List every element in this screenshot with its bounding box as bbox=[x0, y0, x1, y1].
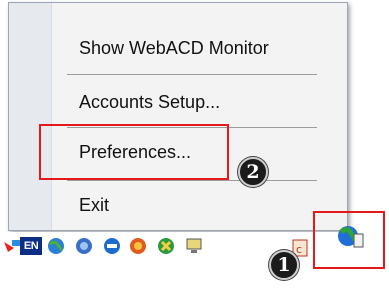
context-menu: Show WebACD Monitor Accounts Setup... Pr… bbox=[8, 2, 348, 231]
messenger-icon[interactable] bbox=[128, 236, 148, 256]
menu-item-show-webacd-monitor[interactable]: Show WebACD Monitor bbox=[79, 38, 269, 59]
step-1-callout: 1 bbox=[269, 250, 299, 280]
network-icon[interactable] bbox=[2, 236, 22, 256]
step-2-callout: 2 bbox=[238, 157, 268, 187]
globe-icon[interactable] bbox=[46, 236, 66, 256]
svg-text:c: c bbox=[296, 243, 302, 256]
menu-item-exit[interactable]: Exit bbox=[79, 195, 109, 216]
shield-icon[interactable] bbox=[74, 236, 94, 256]
computer-icon[interactable] bbox=[184, 236, 204, 256]
volume-icon[interactable] bbox=[102, 236, 122, 256]
menu-item-accounts-setup[interactable]: Accounts Setup... bbox=[79, 92, 220, 113]
menu-icon-strip bbox=[9, 3, 52, 230]
menu-separator bbox=[67, 74, 317, 75]
menu-separator bbox=[67, 180, 317, 181]
webacd-globe-icon[interactable] bbox=[335, 221, 365, 251]
preferences-highlight-box bbox=[39, 124, 229, 180]
language-indicator[interactable]: EN bbox=[20, 237, 42, 255]
update-icon[interactable] bbox=[156, 236, 176, 256]
